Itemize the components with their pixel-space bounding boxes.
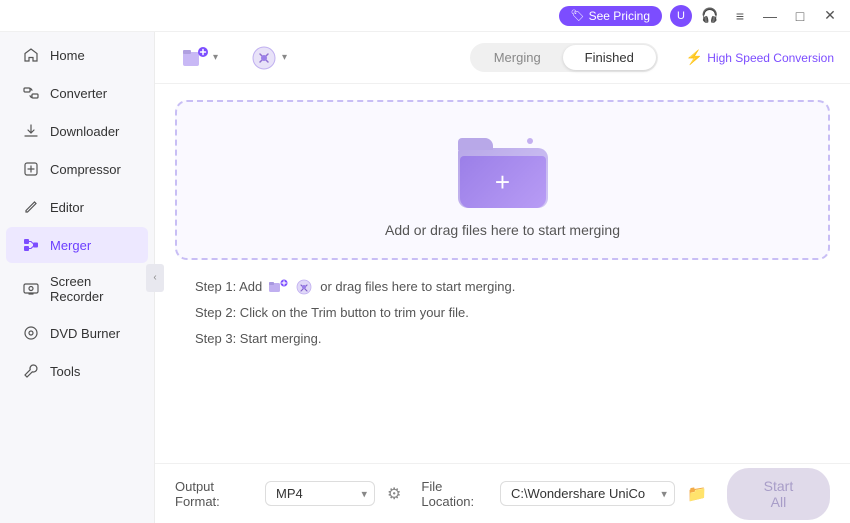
add-files-button[interactable]: ▾ (171, 38, 228, 78)
step-1-label: Step 1: Add (195, 274, 262, 300)
titlebar: 🏷 See Pricing U 🎧 ≡ — □ ✕ (0, 0, 850, 32)
headset-icon-button[interactable]: 🎧 (698, 4, 722, 28)
step-trim-icon (294, 277, 314, 297)
sidebar-item-editor-label: Editor (50, 200, 84, 215)
main-layout: Home Converter Downloader (0, 32, 850, 523)
sidebar: Home Converter Downloader (0, 32, 155, 523)
output-format-label: Output Format: (175, 479, 257, 509)
window-controls: U 🎧 ≡ — □ ✕ (670, 4, 842, 28)
sidebar-item-editor[interactable]: Editor (6, 189, 148, 225)
format-select-wrapper: MP4 MOV AVI MKV (265, 481, 375, 506)
editor-icon (22, 198, 40, 216)
folder-front: + (460, 156, 546, 208)
high-speed-conversion: ⚡ High Speed Conversion (686, 49, 834, 66)
trim-button[interactable]: ▾ (240, 38, 297, 78)
sidebar-item-dvd-burner[interactable]: DVD Burner (6, 315, 148, 351)
sidebar-item-downloader[interactable]: Downloader (6, 113, 148, 149)
step-1-row: Step 1: Add (195, 274, 810, 300)
tools-icon (22, 362, 40, 380)
sidebar-item-tools-label: Tools (50, 364, 80, 379)
converter-icon (22, 84, 40, 102)
step-2-text: Step 2: Click on the Trim button to trim… (195, 300, 469, 326)
sidebar-item-downloader-label: Downloader (50, 124, 119, 139)
sparkle-dot-2 (527, 138, 533, 144)
file-location-field: File Location: C:\Wondershare UniConvert… (421, 479, 710, 509)
maximize-button[interactable]: □ (788, 4, 812, 28)
menu-icon-button[interactable]: ≡ (728, 4, 752, 28)
folder-illustration: + (458, 133, 548, 208)
step-3-text: Step 3: Start merging. (195, 326, 321, 352)
avatar-button[interactable]: U (670, 5, 692, 27)
step-add-file-icon (268, 277, 288, 297)
sidebar-item-compressor[interactable]: Compressor (6, 151, 148, 187)
content-area: ▾ ▾ Merging Finished ⚡ High Spee (155, 32, 850, 523)
downloader-icon (22, 122, 40, 140)
drop-zone-wrapper: + Add or drag files here to start mergin… (155, 84, 850, 463)
sidebar-item-home-label: Home (50, 48, 85, 63)
close-button[interactable]: ✕ (818, 4, 842, 28)
sidebar-item-converter[interactable]: Converter (6, 75, 148, 111)
chevron-down-icon: ▾ (213, 52, 218, 63)
sidebar-item-home[interactable]: Home (6, 37, 148, 73)
drop-zone[interactable]: + Add or drag files here to start mergin… (175, 100, 830, 260)
sidebar-item-screen-recorder[interactable]: Screen Recorder (6, 265, 148, 313)
steps-container: Step 1: Add (175, 260, 830, 366)
sidebar-item-tools[interactable]: Tools (6, 353, 148, 389)
lightning-icon: ⚡ (686, 49, 703, 66)
step-1-suffix: or drag files here to start merging. (320, 274, 515, 300)
home-icon (22, 46, 40, 64)
location-select[interactable]: C:\Wondershare UniConverter 1 (500, 481, 675, 506)
minimize-button[interactable]: — (758, 4, 782, 28)
location-select-wrapper: C:\Wondershare UniConverter 1 (500, 481, 675, 506)
sidebar-item-merger[interactable]: Merger (6, 227, 148, 263)
compressor-icon (22, 160, 40, 178)
dvd-burner-icon (22, 324, 40, 342)
output-format-field: Output Format: MP4 MOV AVI MKV ⚙ (175, 479, 405, 509)
tab-toggle: Merging Finished (470, 43, 658, 72)
pricing-label: See Pricing (589, 9, 650, 23)
screen-recorder-icon (22, 280, 40, 298)
sidebar-collapse-button[interactable]: ‹ (146, 264, 164, 292)
sidebar-item-screen-recorder-label: Screen Recorder (50, 274, 132, 304)
drop-zone-text: Add or drag files here to start merging (385, 222, 620, 238)
start-all-button[interactable]: Start All (727, 468, 830, 520)
sidebar-item-dvd-burner-label: DVD Burner (50, 326, 120, 341)
tab-finished[interactable]: Finished (563, 45, 656, 70)
bottom-bar: Output Format: MP4 MOV AVI MKV ⚙ File Lo… (155, 463, 850, 523)
folder-plus-icon: + (495, 169, 510, 195)
see-pricing-button[interactable]: 🏷 See Pricing (559, 6, 662, 26)
file-location-label: File Location: (421, 479, 492, 509)
trim-chevron-icon: ▾ (282, 52, 287, 63)
step-2-row: Step 2: Click on the Trim button to trim… (195, 300, 810, 326)
browse-folder-button[interactable]: 📁 (683, 482, 711, 506)
sidebar-item-compressor-label: Compressor (50, 162, 121, 177)
tab-merging[interactable]: Merging (472, 45, 563, 70)
high-speed-label: High Speed Conversion (707, 51, 834, 65)
merger-icon (22, 236, 40, 254)
sidebar-item-converter-label: Converter (50, 86, 107, 101)
content-header: ▾ ▾ Merging Finished ⚡ High Spee (155, 32, 850, 84)
step-3-row: Step 3: Start merging. (195, 326, 810, 352)
tag-icon: 🏷 (571, 9, 585, 22)
format-select[interactable]: MP4 MOV AVI MKV (265, 481, 375, 506)
sidebar-item-merger-label: Merger (50, 238, 91, 253)
format-settings-button[interactable]: ⚙ (383, 482, 405, 506)
